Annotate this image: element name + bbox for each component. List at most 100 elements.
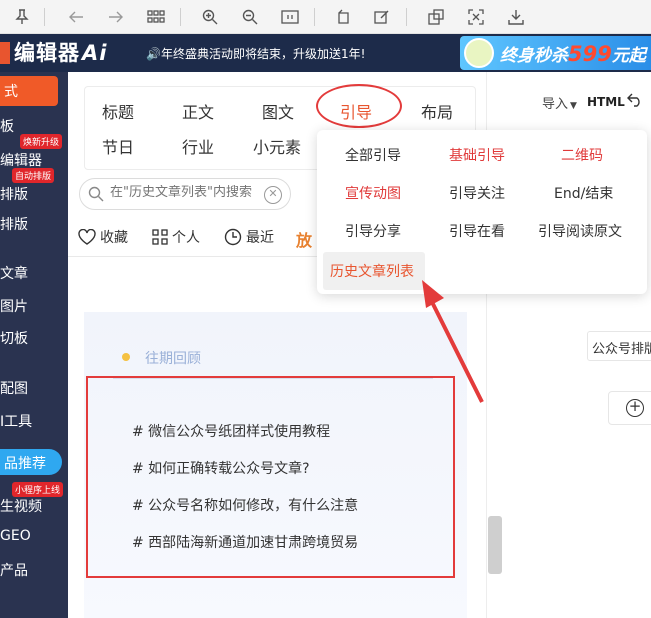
promo-price: 599 xyxy=(568,42,612,66)
tab-layout[interactable]: 布局 xyxy=(421,99,453,123)
megaphone-icon: 🔊 xyxy=(146,47,161,61)
sidebar-item-label: 图片 xyxy=(0,299,28,315)
brand-name: 编辑器 xyxy=(14,41,80,65)
menu-item-all-guide[interactable]: 全部引导 xyxy=(345,145,401,165)
search-input[interactable] xyxy=(110,185,260,200)
menu-item-qrcode[interactable]: 二维码 xyxy=(561,145,603,165)
recent-filter[interactable]: 最近 xyxy=(224,227,274,247)
sidebar-item-label: GEO xyxy=(0,528,31,544)
guide-tab-highlight-ring xyxy=(316,84,402,128)
tab-festival[interactable]: 节日 xyxy=(102,134,134,158)
menu-item-history-list[interactable]: 历史文章列表 xyxy=(330,261,414,281)
promo-banner[interactable]: 终身秒杀599元起 xyxy=(460,36,651,70)
account-field-label: 公众号排版 xyxy=(592,342,651,357)
toolbar-divider xyxy=(180,8,181,26)
sidebar-item-label: 文章 xyxy=(0,266,28,282)
favorites-filter[interactable]: 收藏 xyxy=(78,227,128,247)
hot-filter[interactable]: 放 xyxy=(296,227,312,251)
sidebar-item-label: 品推荐 xyxy=(4,456,46,472)
account-layout-field[interactable]: 公众号排版 xyxy=(587,331,651,361)
upgrade-badge: 焕新升级 xyxy=(20,134,63,149)
tab-title[interactable]: 标题 xyxy=(102,99,134,123)
grid-icon xyxy=(152,229,168,245)
menu-item-basic-guide[interactable]: 基础引导 xyxy=(449,145,505,165)
sidebar-item-layout-2[interactable]: 排版 xyxy=(0,214,28,234)
annotation-box xyxy=(86,376,455,578)
undo-icon[interactable] xyxy=(627,93,643,111)
sidebar-item-template[interactable]: 板 xyxy=(0,116,14,136)
clear-search-icon[interactable]: ✕ xyxy=(264,186,282,204)
sidebar-item-clipboard[interactable]: 切板 xyxy=(0,328,28,348)
menu-item-end[interactable]: End/结束 xyxy=(554,183,613,203)
sidebar-item-geo[interactable]: GEO xyxy=(0,528,31,544)
personal-label: 个人 xyxy=(172,230,200,246)
site-banner: 编辑器Ai 🔊年终盛典活动即将结束，升级加送1年! 终身秒杀599元起 xyxy=(0,34,651,72)
sidebar-item-illustrations[interactable]: 配图 xyxy=(0,378,28,398)
tab-industry[interactable]: 行业 xyxy=(182,134,214,158)
brand-logo[interactable]: 编辑器Ai xyxy=(14,37,107,67)
sidebar-item-label: 配图 xyxy=(0,381,28,397)
promo-notice[interactable]: 🔊年终盛典活动即将结束，升级加送1年! xyxy=(146,45,365,62)
sidebar-item-label: 式 xyxy=(4,84,18,100)
sidebar-item-images[interactable]: 图片 xyxy=(0,296,28,316)
sidebar-item-articles[interactable]: 文章 xyxy=(0,263,28,283)
sidebar-item-label: 排版 xyxy=(0,217,28,233)
sidebar-item-editor[interactable]: 编辑器 xyxy=(0,150,42,170)
forward-arrow-icon[interactable] xyxy=(104,5,128,29)
sidebar-item-products[interactable]: 产品 xyxy=(0,560,28,580)
menu-item-watching-guide[interactable]: 引导在看 xyxy=(449,221,505,241)
sidebar-item-tools[interactable]: I工具 xyxy=(0,411,32,431)
tab-small-elements[interactable]: 小元素 xyxy=(253,134,301,158)
promo-notice-text: 年终盛典活动即将结束，升级加送1年! xyxy=(160,47,366,61)
panel-resize-handle[interactable] xyxy=(488,516,502,574)
convert-icon[interactable] xyxy=(424,5,448,29)
promo-text: 终身秒杀599元起 xyxy=(500,41,646,66)
menu-item-follow-guide[interactable]: 引导关注 xyxy=(449,183,505,203)
edit-icon[interactable] xyxy=(370,5,394,29)
zoom-in-icon[interactable] xyxy=(198,5,222,29)
sidebar-item-recommend[interactable]: 品推荐 xyxy=(0,449,62,475)
heart-icon xyxy=(78,229,96,245)
zoom-out-icon[interactable] xyxy=(238,5,262,29)
recent-label: 最近 xyxy=(246,230,274,246)
promo-prefix: 终身秒杀 xyxy=(500,46,568,66)
sidebar-item-label: 编辑器 xyxy=(0,153,42,169)
personal-filter[interactable]: 个人 xyxy=(152,227,200,247)
html-button[interactable]: HTML xyxy=(587,95,625,109)
tab-body[interactable]: 正文 xyxy=(182,99,214,123)
grid-view-icon[interactable] xyxy=(144,5,168,29)
search-icon xyxy=(88,186,104,202)
search-box[interactable]: ✕ xyxy=(79,178,291,210)
sidebar-item-layout[interactable]: 排版 xyxy=(0,184,28,204)
sidebar-item-label: 切板 xyxy=(0,331,28,347)
rotate-icon[interactable] xyxy=(332,5,356,29)
sidebar-item-active[interactable]: 式 xyxy=(0,76,58,106)
menu-item-read-original[interactable]: 引导阅读原文 xyxy=(538,221,622,241)
tab-image-text[interactable]: 图文 xyxy=(262,99,294,123)
top-toolbar xyxy=(0,0,651,34)
annotation-arrow xyxy=(422,280,484,403)
auto-layout-badge: 自动排版 xyxy=(12,168,55,183)
download-icon[interactable] xyxy=(504,5,528,29)
brand-ai: Ai xyxy=(82,41,108,65)
caret-down-icon: ▼ xyxy=(570,101,577,111)
screenshot-icon[interactable] xyxy=(464,5,488,29)
fit-page-icon[interactable] xyxy=(278,5,302,29)
promo-suffix: 元起 xyxy=(611,46,646,66)
sidebar-item-label: I工具 xyxy=(0,414,33,430)
sidebar-item-label: 生视频 xyxy=(0,499,42,515)
import-menu[interactable]: 导入 ▼ xyxy=(542,93,577,112)
back-arrow-icon[interactable] xyxy=(64,5,88,29)
hot-label: 放 xyxy=(296,231,313,250)
favorites-label: 收藏 xyxy=(100,230,128,246)
sidebar-item-video[interactable]: 生视频 xyxy=(0,496,42,516)
brand-logo-mark xyxy=(0,42,10,64)
menu-item-share-guide[interactable]: 引导分享 xyxy=(345,221,401,241)
sidebar-item-label: 排版 xyxy=(0,187,28,203)
toolbar-divider xyxy=(314,8,315,26)
preview-title: 往期回顾 xyxy=(145,351,201,367)
preview-bullet-icon xyxy=(122,353,130,361)
pin-icon[interactable] xyxy=(10,5,34,29)
toolbar-divider xyxy=(406,8,407,26)
menu-item-promo-gif[interactable]: 宣传动图 xyxy=(345,183,401,203)
